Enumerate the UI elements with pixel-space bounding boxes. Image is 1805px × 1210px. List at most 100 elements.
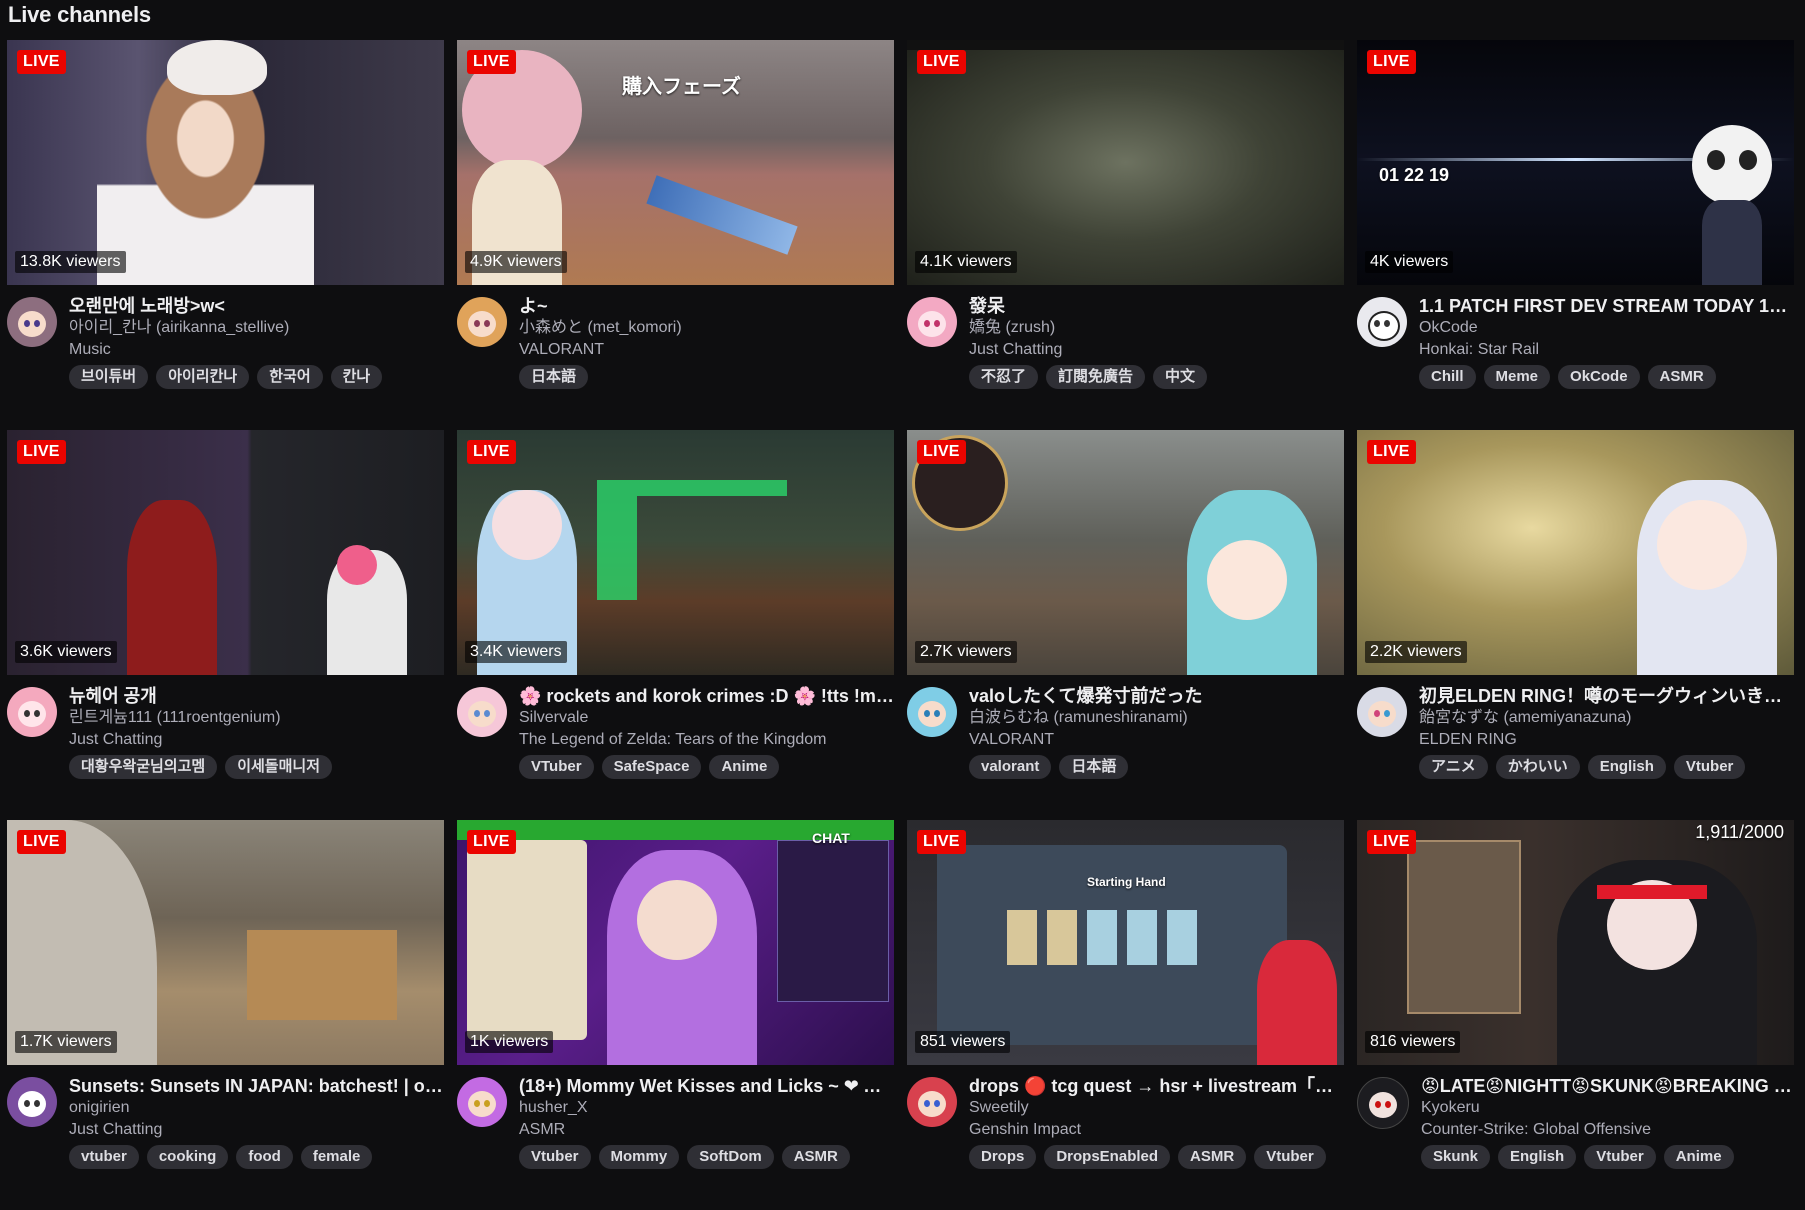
- stream-thumbnail[interactable]: LIVE 13.8K viewers: [7, 40, 444, 285]
- category-link[interactable]: VALORANT: [969, 729, 1344, 751]
- tag[interactable]: DropsEnabled: [1044, 1145, 1171, 1169]
- stream-title[interactable]: 😡LATE😡NIGHTT😡SKUNK😡BREAKING BAD: [1421, 1075, 1794, 1097]
- tag[interactable]: OkCode: [1558, 365, 1640, 389]
- channel-avatar[interactable]: [7, 297, 57, 347]
- channel-avatar[interactable]: [1357, 297, 1407, 347]
- stream-title[interactable]: 初見ELDEN RING！噂のモーグウィンいきたい: [1419, 685, 1794, 707]
- tag[interactable]: 브이튜버: [69, 365, 149, 389]
- tag[interactable]: アニメ: [1419, 755, 1488, 779]
- tag[interactable]: 칸나: [330, 365, 383, 389]
- stream-title[interactable]: 1.1 PATCH FIRST DEV STREAM TODAY 19:30 |…: [1419, 295, 1794, 317]
- stream-title[interactable]: Sunsets: Sunsets IN JAPAN: batchest! | o…: [69, 1075, 444, 1097]
- tag[interactable]: 中文: [1153, 365, 1208, 389]
- stream-title[interactable]: 發呆: [969, 295, 1344, 317]
- channel-avatar[interactable]: [457, 687, 507, 737]
- tag[interactable]: Anime: [709, 755, 780, 779]
- tag[interactable]: Vtuber: [1673, 755, 1746, 779]
- tag[interactable]: SoftDom: [687, 1145, 774, 1169]
- channel-name[interactable]: 아이리_칸나 (airikanna_stellive): [69, 317, 444, 339]
- tag[interactable]: VTuber: [519, 755, 594, 779]
- tag[interactable]: Drops: [969, 1145, 1037, 1169]
- channel-avatar[interactable]: [907, 1077, 957, 1127]
- category-link[interactable]: Counter-Strike: Global Offensive: [1421, 1119, 1794, 1141]
- tag[interactable]: Anime: [1663, 1145, 1734, 1169]
- channel-name[interactable]: 嬌兔 (zrush): [969, 317, 1344, 339]
- tag[interactable]: SafeSpace: [601, 755, 702, 779]
- stream-thumbnail[interactable]: LIVE 4.1K viewers: [907, 40, 1344, 285]
- stream-thumbnail[interactable]: 購入フェーズ LIVE 4.9K viewers: [457, 40, 894, 285]
- tag[interactable]: かわいい: [1495, 755, 1580, 779]
- channel-name[interactable]: OkCode: [1419, 317, 1794, 339]
- tag[interactable]: female: [300, 1145, 373, 1169]
- stream-thumbnail[interactable]: LIVE 3.6K viewers: [7, 430, 444, 675]
- tag[interactable]: 아이리칸나: [156, 365, 250, 389]
- category-link[interactable]: Just Chatting: [969, 339, 1344, 361]
- channel-avatar[interactable]: [7, 687, 57, 737]
- channel-avatar[interactable]: [457, 1077, 507, 1127]
- stream-thumbnail[interactable]: CHAT LIVE 1K viewers: [457, 820, 894, 1065]
- channel-avatar[interactable]: [7, 1077, 57, 1127]
- tag[interactable]: 이세돌매니저: [225, 755, 333, 779]
- tag[interactable]: 不忍了: [969, 365, 1039, 389]
- channel-name[interactable]: 白波らむね (ramuneshiranami): [969, 707, 1344, 729]
- channel-name[interactable]: husher_X: [519, 1097, 894, 1119]
- tag[interactable]: 訂閱免廣告: [1046, 365, 1146, 389]
- stream-title[interactable]: (18+) Mommy Wet Kisses and Licks ~ ❤ ASM…: [519, 1075, 894, 1097]
- channel-avatar[interactable]: [907, 297, 957, 347]
- stream-card: 購入フェーズ LIVE 4.9K viewers よ~ 小森めと (met_ko…: [457, 40, 894, 430]
- category-link[interactable]: VALORANT: [519, 339, 894, 361]
- channel-avatar[interactable]: [457, 297, 507, 347]
- stream-thumbnail[interactable]: 1,911/2000 LIVE 816 viewers: [1357, 820, 1794, 1065]
- stream-thumbnail[interactable]: LIVE 2.2K viewers: [1357, 430, 1794, 675]
- tag[interactable]: ASMR: [781, 1145, 850, 1169]
- stream-title[interactable]: 뉴헤어 공개: [69, 685, 444, 707]
- tag[interactable]: ASMR: [1647, 365, 1716, 389]
- stream-thumbnail[interactable]: LIVE 1.7K viewers: [7, 820, 444, 1065]
- stream-thumbnail[interactable]: 01 22 19 LIVE 4K viewers: [1357, 40, 1794, 285]
- channel-avatar[interactable]: [907, 687, 957, 737]
- stream-title[interactable]: よ~: [519, 295, 894, 317]
- stream-title[interactable]: 오랜만에 노래방>w<: [69, 295, 444, 317]
- category-link[interactable]: ELDEN RING: [1419, 729, 1794, 751]
- tag[interactable]: Chill: [1419, 365, 1476, 389]
- stream-title[interactable]: drops 🔴 tcg quest → hsr + livestream「🤍」: [969, 1075, 1344, 1097]
- category-link[interactable]: Just Chatting: [69, 1119, 444, 1141]
- tag[interactable]: Skunk: [1421, 1145, 1491, 1169]
- channel-name[interactable]: onigirien: [69, 1097, 444, 1119]
- channel-name[interactable]: Silvervale: [519, 707, 894, 729]
- tag[interactable]: ASMR: [1178, 1145, 1247, 1169]
- channel-name[interactable]: 飴宮なずな (amemiyanazuna): [1419, 707, 1794, 729]
- stream-thumbnail[interactable]: LIVE 2.7K viewers: [907, 430, 1344, 675]
- channel-name[interactable]: Kyokeru: [1421, 1097, 1794, 1119]
- tag[interactable]: 日本語: [1059, 755, 1129, 779]
- category-link[interactable]: The Legend of Zelda: Tears of the Kingdo…: [519, 729, 894, 751]
- tag[interactable]: vtuber: [69, 1145, 139, 1169]
- tag[interactable]: Vtuber: [1254, 1145, 1326, 1169]
- stream-thumbnail[interactable]: Starting Hand LIVE 851 viewers: [907, 820, 1344, 1065]
- tag[interactable]: cooking: [146, 1145, 229, 1169]
- tag[interactable]: Meme: [1483, 365, 1551, 389]
- tag[interactable]: English: [1587, 755, 1666, 779]
- tag[interactable]: 대황우왁굳님의고멤: [69, 755, 218, 779]
- tag[interactable]: valorant: [969, 755, 1052, 779]
- channel-avatar[interactable]: [1357, 1077, 1409, 1129]
- channel-name[interactable]: Sweetily: [969, 1097, 1344, 1119]
- tag[interactable]: English: [1498, 1145, 1577, 1169]
- category-link[interactable]: Honkai: Star Rail: [1419, 339, 1794, 361]
- tag[interactable]: Vtuber: [519, 1145, 591, 1169]
- tag[interactable]: food: [236, 1145, 293, 1169]
- channel-avatar[interactable]: [1357, 687, 1407, 737]
- tag[interactable]: Vtuber: [1584, 1145, 1656, 1169]
- category-link[interactable]: Music: [69, 339, 444, 361]
- category-link[interactable]: ASMR: [519, 1119, 894, 1141]
- channel-name[interactable]: 小森めと (met_komori): [519, 317, 894, 339]
- tag[interactable]: 한국어: [257, 365, 323, 389]
- stream-title[interactable]: valoしたくて爆発寸前だった: [969, 685, 1344, 707]
- channel-name[interactable]: 린트게늄111 (111roentgenium): [69, 707, 444, 729]
- category-link[interactable]: Just Chatting: [69, 729, 444, 751]
- tag[interactable]: 日本語: [519, 365, 589, 389]
- stream-thumbnail[interactable]: LIVE 3.4K viewers: [457, 430, 894, 675]
- stream-title[interactable]: 🌸 rockets and korok crimes :D 🌸 !tts !me…: [519, 685, 894, 707]
- category-link[interactable]: Genshin Impact: [969, 1119, 1344, 1141]
- tag[interactable]: Mommy: [598, 1145, 680, 1169]
